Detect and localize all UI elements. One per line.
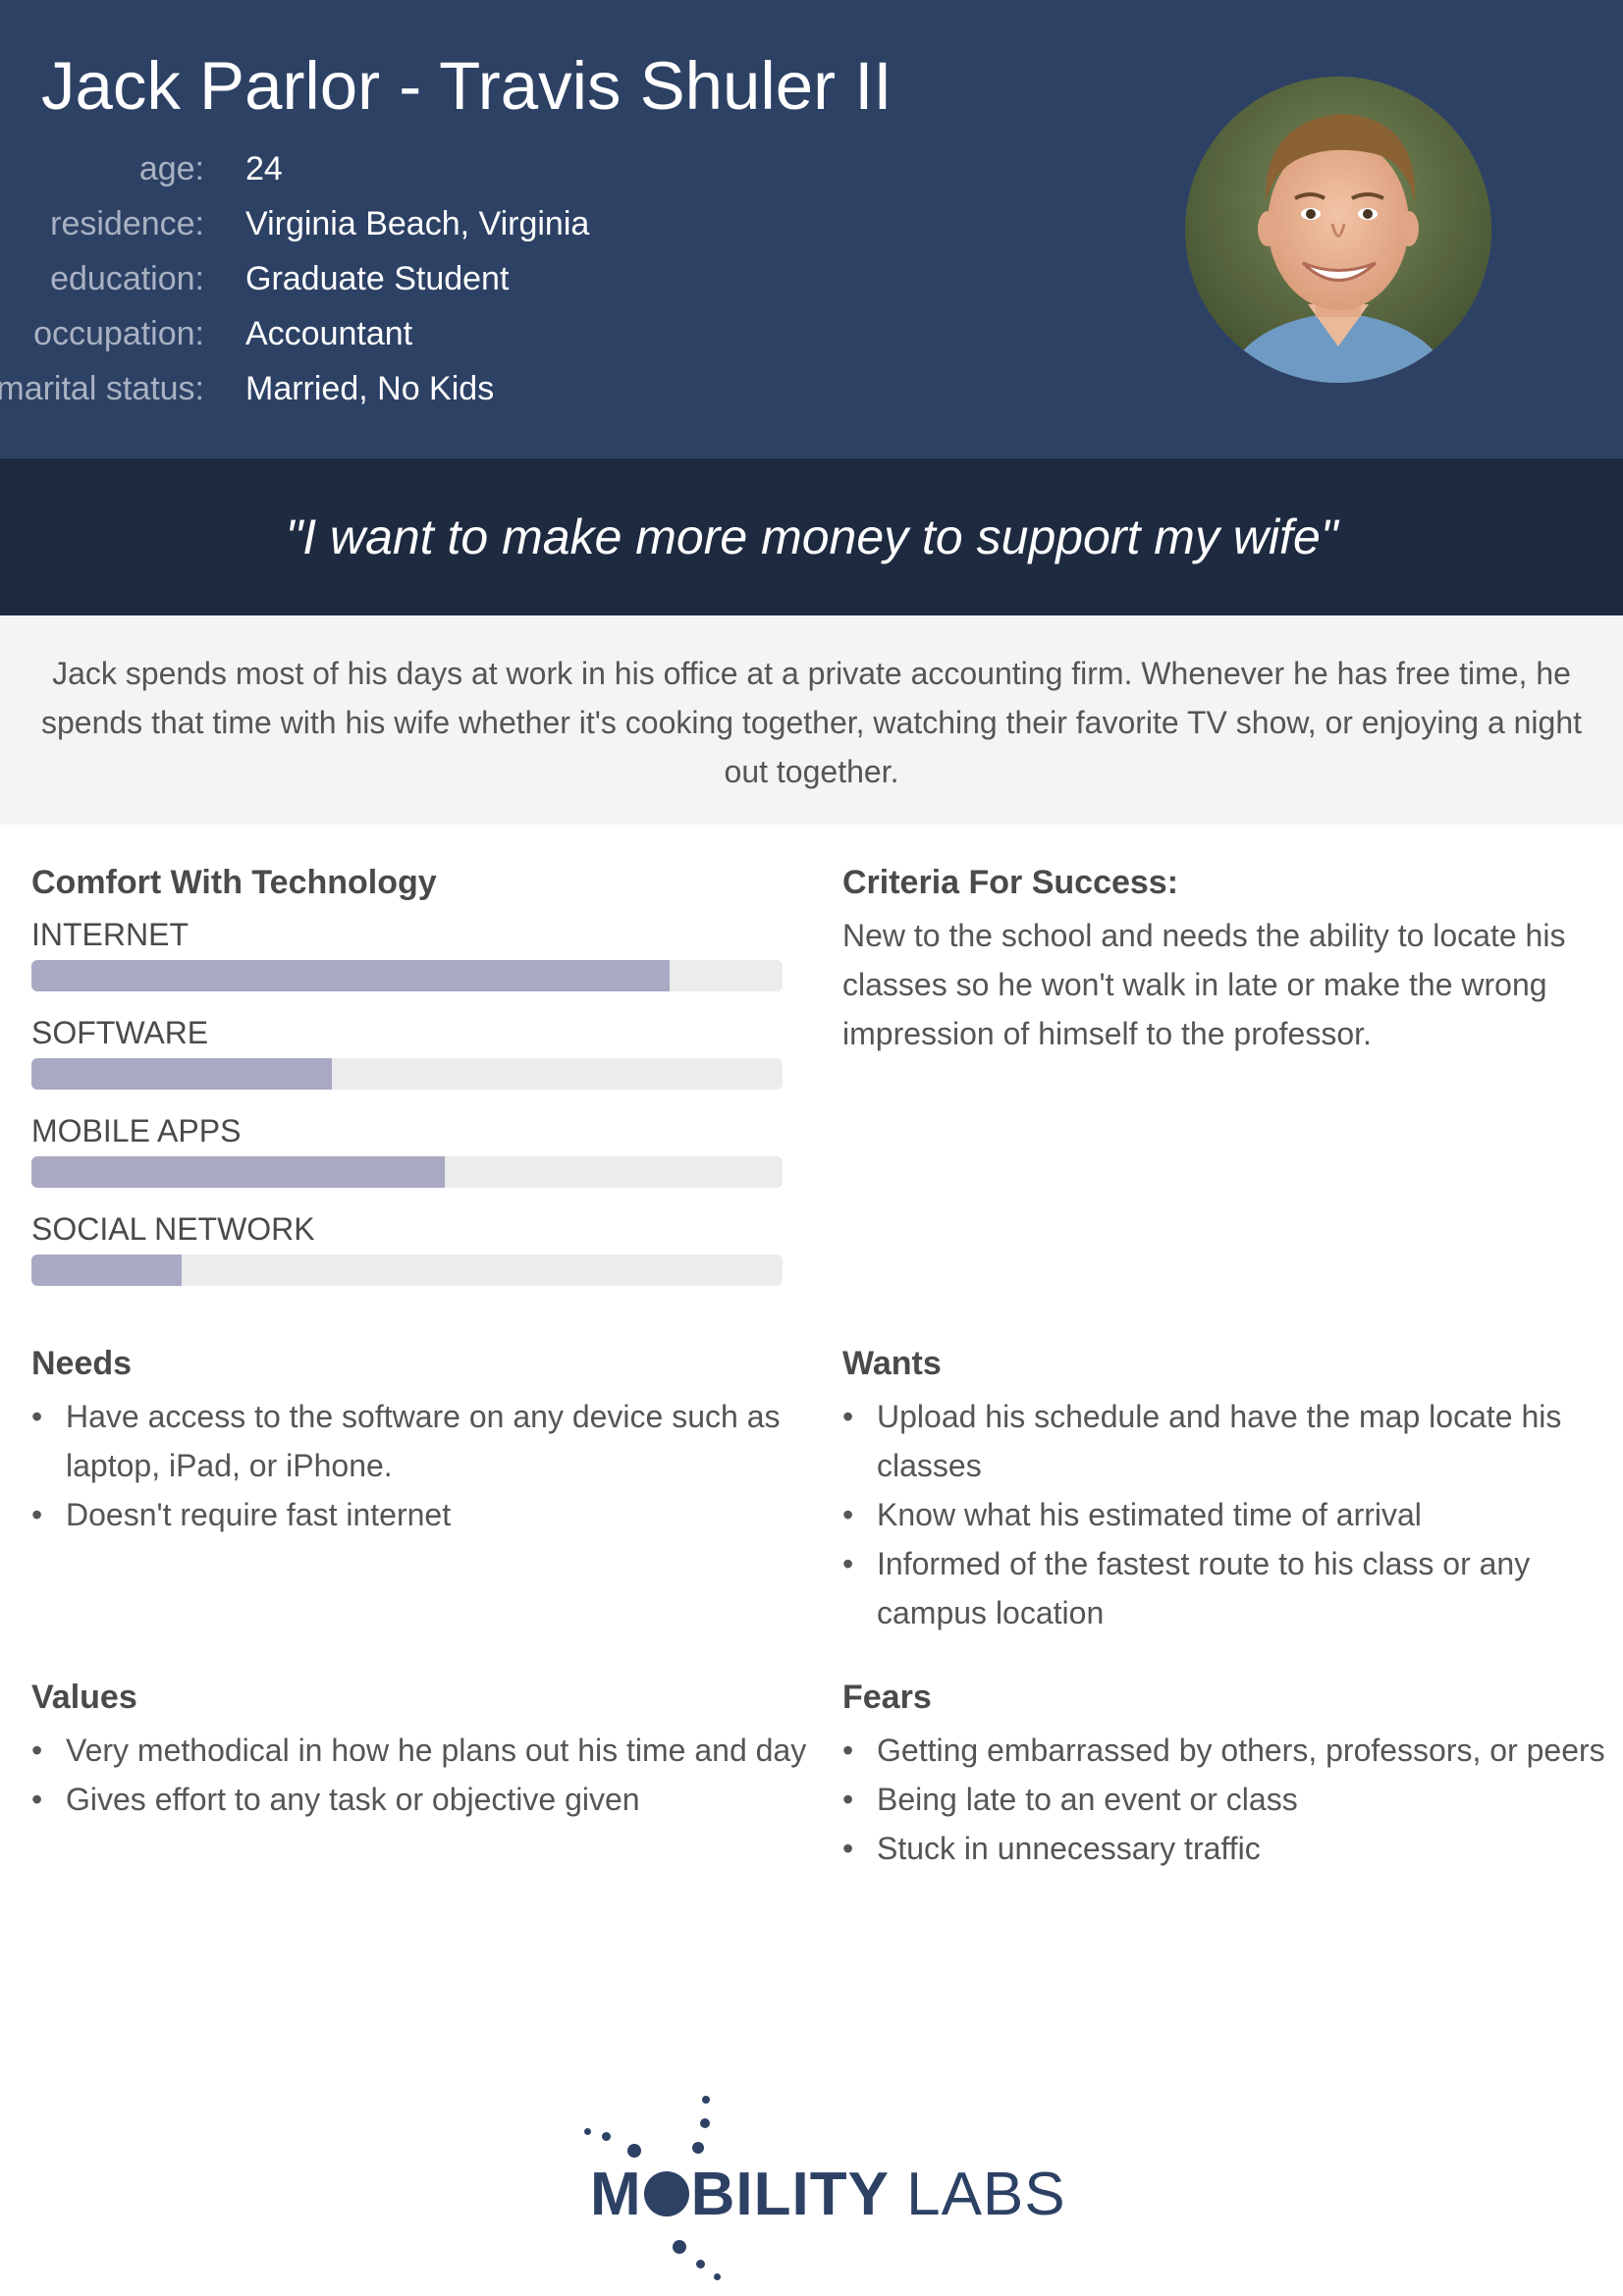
fact-education: education: Graduate Student bbox=[0, 251, 1080, 306]
fact-label: occupation: bbox=[33, 315, 204, 352]
list-item: Upload his schedule and have the map loc… bbox=[842, 1392, 1623, 1490]
logo-dot bbox=[714, 2273, 721, 2280]
wants-list: Upload his schedule and have the map loc… bbox=[842, 1392, 1623, 1637]
logo-text-part: BILITY bbox=[690, 2161, 889, 2228]
fact-value: 24 bbox=[245, 150, 283, 187]
list-item: Informed of the fastest route to his cla… bbox=[842, 1539, 1623, 1637]
list-item: Doesn't require fast internet bbox=[31, 1490, 817, 1539]
comfort-title: Comfort With Technology bbox=[31, 864, 437, 901]
fact-label: marital status: bbox=[0, 370, 204, 407]
person-photo-icon bbox=[1185, 77, 1491, 383]
logo-text-part: LABS bbox=[906, 2161, 1066, 2228]
quote-banner: "I want to make more money to support my… bbox=[0, 458, 1623, 615]
logo-text-part: M bbox=[590, 2161, 642, 2228]
fact-label: age: bbox=[138, 150, 204, 187]
fact-label: education: bbox=[50, 260, 204, 297]
list-item: Gives effort to any task or objective gi… bbox=[31, 1775, 817, 1824]
fact-value: Virginia Beach, Virginia bbox=[245, 205, 590, 242]
fact-value: Graduate Student bbox=[245, 260, 510, 297]
tech-label-mobile-apps: MOBILE APPS bbox=[31, 1113, 242, 1148]
tech-bar-social-network bbox=[31, 1255, 783, 1286]
fact-occupation: occupation: Accountant bbox=[0, 306, 1080, 361]
logo-o-circle-icon bbox=[643, 2171, 689, 2216]
logo-dot bbox=[584, 2128, 591, 2135]
logo-wordmark: M BILITY LABS bbox=[590, 2160, 1066, 2229]
fears-list: Getting embarrassed by others, professor… bbox=[842, 1726, 1623, 1873]
logo-dot bbox=[602, 2132, 611, 2141]
persona-summary: Jack spends most of his days at work in … bbox=[40, 656, 1583, 789]
list-item: Have access to the software on any devic… bbox=[31, 1392, 817, 1490]
criteria-text: New to the school and needs the ability … bbox=[842, 918, 1566, 1051]
list-item: Stuck in unnecessary traffic bbox=[842, 1824, 1623, 1873]
list-item: Know what his estimated time of arrival bbox=[842, 1490, 1623, 1539]
mobility-labs-logo: M BILITY LABS bbox=[574, 2091, 1065, 2287]
logo-dot bbox=[627, 2144, 641, 2158]
tech-label-internet: INTERNET bbox=[31, 917, 189, 952]
fact-value: Accountant bbox=[245, 315, 413, 352]
wants-title: Wants bbox=[842, 1345, 942, 1382]
fears-title: Fears bbox=[842, 1679, 932, 1716]
logo-dot bbox=[673, 2240, 686, 2254]
tech-bar-fill bbox=[31, 1255, 182, 1286]
persona-name: Jack Parlor - Travis Shuler II bbox=[41, 48, 893, 124]
avatar bbox=[1185, 77, 1491, 383]
summary-section: Jack spends most of his days at work in … bbox=[0, 615, 1623, 825]
logo-dot bbox=[700, 2118, 710, 2128]
persona-quote: "I want to make more money to support my… bbox=[285, 509, 1338, 564]
tech-bar-fill bbox=[31, 960, 671, 991]
tech-bar-fill bbox=[31, 1156, 445, 1188]
logo-dot bbox=[696, 2260, 705, 2269]
values-list: Very methodical in how he plans out his … bbox=[31, 1726, 817, 1824]
criteria-title: Criteria For Success: bbox=[842, 864, 1179, 901]
needs-title: Needs bbox=[31, 1345, 133, 1382]
list-item: Getting embarrassed by others, professor… bbox=[842, 1726, 1623, 1775]
values-title: Values bbox=[31, 1679, 137, 1716]
fact-value: Married, No Kids bbox=[245, 370, 495, 407]
logo-dot bbox=[702, 2096, 710, 2104]
fact-age: age: 24 bbox=[0, 141, 1080, 196]
persona-header: Jack Parlor - Travis Shuler II age: 24 r… bbox=[0, 0, 1623, 458]
fact-marital-status: marital status: Married, No Kids bbox=[0, 361, 1080, 416]
fact-label: residence: bbox=[50, 205, 204, 242]
tech-bar-software bbox=[31, 1058, 783, 1090]
tech-label-social-network: SOCIAL NETWORK bbox=[31, 1211, 315, 1247]
fact-residence: residence: Virginia Beach, Virginia bbox=[0, 196, 1080, 251]
tech-bar-fill bbox=[31, 1058, 332, 1090]
logo-dot bbox=[692, 2142, 704, 2154]
tech-bar-internet bbox=[31, 960, 783, 991]
list-item: Very methodical in how he plans out his … bbox=[31, 1726, 817, 1775]
tech-label-software: SOFTWARE bbox=[31, 1015, 209, 1050]
list-item: Being late to an event or class bbox=[842, 1775, 1623, 1824]
needs-list: Have access to the software on any devic… bbox=[31, 1392, 817, 1539]
tech-bar-mobile-apps bbox=[31, 1156, 783, 1188]
